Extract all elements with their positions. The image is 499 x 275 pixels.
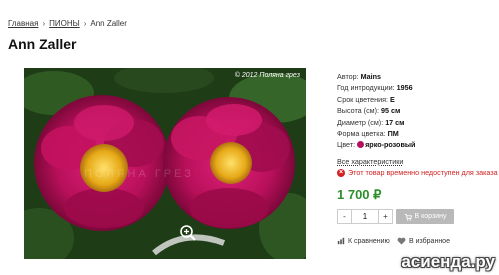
breadcrumb: Главная › ПИОНЫ › Ann Zaller [8, 19, 127, 28]
property-value: E [390, 94, 395, 104]
property-value: 95 см [381, 106, 401, 116]
breadcrumb-separator: › [42, 19, 46, 28]
all-characteristics-link[interactable]: Все характеристики [337, 157, 403, 166]
property-value: ПМ [387, 128, 399, 138]
compare-icon [337, 237, 345, 245]
favorites-link[interactable]: В избранное [397, 237, 450, 245]
breadcrumb-current: Ann Zaller [90, 19, 127, 28]
property-label: Высота (см): [337, 106, 379, 116]
quantity-stepper: - + [337, 209, 393, 224]
property-label: Год интродукции: [337, 83, 395, 93]
site-logo-watermark: асиенда.ру [401, 252, 495, 271]
breadcrumb-separator: › [83, 19, 87, 28]
add-to-cart-button[interactable]: В корзину [396, 209, 454, 224]
product-properties: Автор: Mains Год интродукции: 1956 Срок … [337, 71, 497, 169]
property-value: 17 см [385, 117, 405, 127]
property-height: Высота (см): 95 см [337, 105, 497, 116]
photo-copyright: © 2012 Поляна грез [234, 72, 300, 79]
quantity-increase-button[interactable]: + [378, 209, 393, 224]
property-label: Форма цветка: [337, 128, 386, 138]
property-value: Mains [360, 72, 382, 81]
peony-image [24, 68, 306, 259]
property-color: Цвет: ярко-розовый [337, 139, 497, 150]
compare-label: К сравнению [348, 237, 390, 245]
error-icon: × [337, 168, 345, 177]
color-swatch [357, 141, 365, 149]
quantity-input[interactable] [352, 209, 378, 224]
product-photo[interactable]: © 2012 Поляна грез ПОЛЯНА ГРЕЗ [24, 68, 306, 259]
property-label: Цвет: [337, 140, 356, 150]
add-to-cart-label: В корзину [414, 213, 447, 220]
property-diameter: Диаметр (см): 17 см [337, 117, 497, 128]
compare-link[interactable]: К сравнению [337, 237, 390, 245]
favorites-label: В избранное [409, 237, 450, 245]
breadcrumb-category-link[interactable]: ПИОНЫ [49, 19, 80, 28]
zoom-icon[interactable] [179, 224, 197, 242]
property-year: Год интродукции: 1956 [337, 82, 497, 93]
property-label: Срок цветения: [337, 94, 389, 104]
property-value: ярко-розовый [365, 140, 416, 150]
property-value: 1956 [396, 83, 413, 93]
property-label: Автор: [337, 72, 359, 81]
product-price: 1 700 ₽ [337, 187, 382, 202]
breadcrumb-home-link[interactable]: Главная [8, 19, 38, 28]
cart-icon [404, 213, 412, 221]
heart-icon [397, 237, 406, 245]
page-title: Ann Zaller [8, 36, 77, 52]
property-flower-form: Форма цветка: ПМ [337, 128, 497, 139]
property-bloom-time: Срок цветения: E [337, 94, 497, 105]
photo-watermark: ПОЛЯНА ГРЕЗ [84, 168, 194, 180]
availability-text: Этот товар временно недоступен для заказ… [348, 168, 498, 177]
property-author: Автор: Mains [337, 71, 497, 82]
property-label: Диаметр (см): [337, 117, 384, 127]
quantity-decrease-button[interactable]: - [337, 209, 352, 224]
availability-notice: × Этот товар временно недоступен для зак… [337, 168, 498, 177]
